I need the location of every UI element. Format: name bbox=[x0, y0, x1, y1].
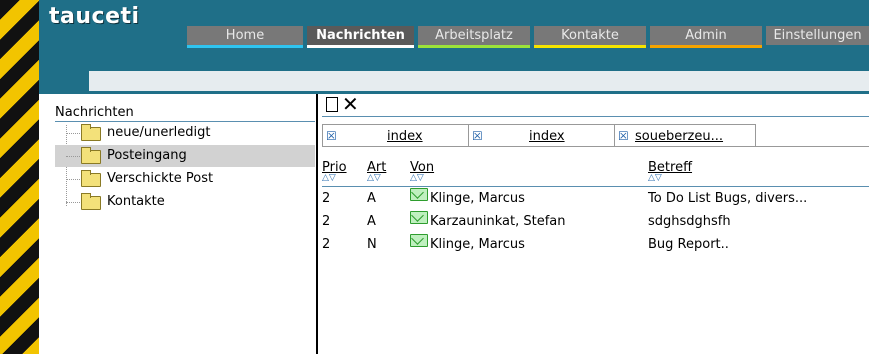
folder-icon bbox=[81, 170, 101, 187]
sidebar-item-verschickte-post[interactable]: Verschickte Post bbox=[55, 168, 315, 190]
filter-tab[interactable]: ☒ soueberzeu... bbox=[614, 124, 756, 147]
cell-von: Klinge, Marcus bbox=[430, 237, 525, 252]
close-icon[interactable]: ☒ bbox=[472, 130, 483, 142]
cell-prio: 2 bbox=[322, 191, 331, 206]
tab-admin-accent bbox=[650, 45, 762, 48]
table-row[interactable]: 2 N Klinge, Marcus Bug Report.. bbox=[322, 234, 869, 256]
tab-nachrichten-label: Nachrichten bbox=[316, 28, 405, 43]
sort-icon[interactable]: △▽ bbox=[322, 174, 336, 183]
cell-betreff: To Do List Bugs, divers... bbox=[648, 191, 808, 206]
main-panel: Nachrichten neue/unerledigt Posteingang … bbox=[39, 92, 869, 354]
filter-tab[interactable]: ☒ index bbox=[468, 124, 615, 147]
tree-connector-branch bbox=[66, 133, 80, 134]
mail-icon bbox=[410, 188, 428, 201]
table-row[interactable]: 2 A Klinge, Marcus To Do List Bugs, dive… bbox=[322, 188, 869, 210]
tree-connector-branch bbox=[66, 156, 80, 157]
cell-art: A bbox=[367, 214, 376, 229]
cell-art: N bbox=[367, 237, 377, 252]
folder-icon bbox=[81, 193, 101, 210]
sidebar-item-label: Posteingang bbox=[107, 148, 187, 163]
tree-connector-branch bbox=[66, 202, 80, 203]
tab-kontakte-label: Kontakte bbox=[561, 28, 619, 43]
sidebar-title: Nachrichten bbox=[55, 105, 315, 122]
close-icon[interactable]: ☒ bbox=[618, 130, 629, 142]
cell-betreff: sdghsdghsfh bbox=[648, 214, 731, 229]
sort-icon[interactable]: △▽ bbox=[410, 174, 424, 183]
app-logo: tauceti bbox=[49, 4, 140, 29]
mail-icon bbox=[410, 211, 428, 224]
cell-prio: 2 bbox=[322, 237, 331, 252]
filter-tab[interactable]: ☒ index bbox=[322, 124, 469, 147]
close-icon[interactable]: ☒ bbox=[326, 130, 337, 142]
tab-arbeitsplatz-label: Arbeitsplatz bbox=[435, 28, 513, 43]
table-row[interactable]: 2 A Karzauninkat, Stefan sdghsdghsfh bbox=[322, 211, 869, 233]
sidebar-item-kontakte[interactable]: Kontakte bbox=[55, 191, 315, 213]
tab-home-label: Home bbox=[225, 28, 265, 43]
tab-nachrichten-accent bbox=[307, 45, 414, 48]
delete-icon[interactable]: ✕ bbox=[342, 92, 359, 116]
sub-header-strip bbox=[89, 71, 869, 91]
pane-divider bbox=[316, 94, 318, 354]
cell-prio: 2 bbox=[322, 214, 331, 229]
sidebar-item-label: neue/unerledigt bbox=[107, 125, 211, 140]
tab-einstellungen-label: Einstellungen bbox=[773, 28, 862, 43]
tab-kontakte[interactable]: Kontakte bbox=[534, 26, 646, 48]
tab-arbeitsplatz-accent bbox=[418, 45, 530, 48]
sort-icon[interactable]: △▽ bbox=[648, 174, 662, 183]
cell-art: A bbox=[367, 191, 376, 206]
sidebar-item-posteingang[interactable]: Posteingang bbox=[55, 145, 315, 167]
hazard-stripe bbox=[0, 0, 39, 354]
folder-icon bbox=[81, 124, 101, 141]
sidebar-item-neue-unerledigt[interactable]: neue/unerledigt bbox=[55, 122, 315, 144]
tab-arbeitsplatz[interactable]: Arbeitsplatz bbox=[418, 26, 530, 48]
tab-nachrichten[interactable]: Nachrichten bbox=[307, 26, 414, 48]
tab-baseline bbox=[322, 146, 869, 147]
tab-einstellungen[interactable]: Einstellungen bbox=[766, 26, 869, 45]
cell-von: Karzauninkat, Stefan bbox=[430, 214, 566, 229]
new-document-icon[interactable] bbox=[326, 97, 338, 112]
tree-connector-branch bbox=[66, 179, 80, 180]
tab-home-accent bbox=[187, 45, 303, 48]
cell-von: Klinge, Marcus bbox=[430, 191, 525, 206]
tab-admin[interactable]: Admin bbox=[650, 26, 762, 48]
sidebar-item-label: Verschickte Post bbox=[107, 171, 214, 186]
tab-home[interactable]: Home bbox=[187, 26, 303, 48]
message-toolbar: ✕ bbox=[322, 92, 869, 117]
header-underline bbox=[322, 186, 869, 187]
sort-icon[interactable]: △▽ bbox=[367, 174, 381, 183]
mail-icon bbox=[410, 234, 428, 247]
cell-betreff: Bug Report.. bbox=[648, 237, 729, 252]
sidebar-item-label: Kontakte bbox=[107, 194, 165, 209]
tab-admin-label: Admin bbox=[685, 28, 727, 43]
tab-kontakte-accent bbox=[534, 45, 646, 48]
folder-icon bbox=[81, 147, 101, 164]
